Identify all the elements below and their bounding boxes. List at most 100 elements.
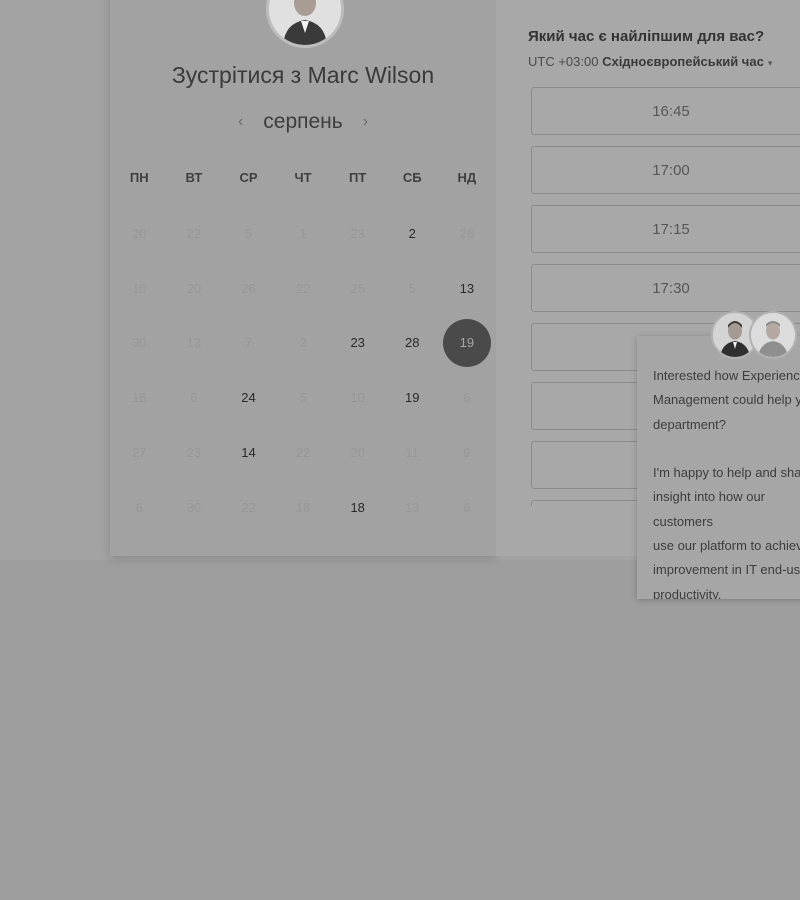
calendar-day-label: 6 xyxy=(463,499,471,515)
chat-message-card[interactable]: Interested how Experience Management cou… xyxy=(637,336,800,599)
calendar-day: 6 xyxy=(112,480,167,535)
calendar-day: 11 xyxy=(385,425,440,480)
calendar-day-label: 18 xyxy=(295,499,311,515)
calendar-day[interactable]: 28 xyxy=(385,316,440,371)
calendar-day[interactable]: 14 xyxy=(221,425,276,480)
calendar-day-label: 10 xyxy=(350,390,365,406)
calendar-day: 16 xyxy=(112,370,167,425)
calendar-day-label: 6 xyxy=(463,390,471,406)
calendar-day-label: 22 xyxy=(241,499,256,515)
calendar-day[interactable]: 19 xyxy=(385,370,440,425)
calendar-day-selected[interactable]: 19 xyxy=(440,316,495,371)
calendar-day: 18 xyxy=(276,480,331,535)
calendar-day-label: 5 xyxy=(244,225,253,241)
calendar-day-label: 14 xyxy=(241,445,256,461)
calendar-day: 22 xyxy=(276,425,331,480)
calendar-day-label: 20 xyxy=(186,280,202,296)
timezone-offset: UTC +03:00 xyxy=(528,54,599,69)
chat-message: Interested how Experience Management cou… xyxy=(653,368,800,599)
chevron-right-icon[interactable]: › xyxy=(359,113,372,131)
calendar-day-label: 13 xyxy=(459,280,475,296)
calendar-day: 27 xyxy=(112,425,167,480)
calendar-day-label: 24 xyxy=(241,390,256,406)
calendar-day: 5 xyxy=(385,261,440,316)
calendar-day: 20 xyxy=(112,206,167,261)
calendar-day: 20 xyxy=(330,425,385,480)
calendar-day-label: 26 xyxy=(241,280,256,296)
calendar-day-label: 2 xyxy=(408,225,416,241)
calendar-day-label: 20 xyxy=(132,225,147,241)
calendar-day: 2 xyxy=(276,316,331,371)
calendar-day: 20 xyxy=(167,261,222,316)
calendar-day: 22 xyxy=(221,480,276,535)
time-slot-button[interactable]: 17:15 xyxy=(531,205,800,253)
calendar-day-label: 30 xyxy=(132,335,147,351)
weekday-header: ПН ВТ СР ЧТ ПТ СБ НД xyxy=(112,170,496,185)
calendar-day: 23 xyxy=(330,206,385,261)
calendar-day-label: 23 xyxy=(186,445,202,461)
calendar-day: 10 xyxy=(330,370,385,425)
timezone-name: Східноєвропейський час xyxy=(602,54,764,69)
calendar-day-label: 19 xyxy=(442,318,491,367)
time-question: Який час є найліпшим для вас? xyxy=(528,28,765,45)
calendar-day-label: 13 xyxy=(405,499,420,515)
person-icon xyxy=(269,0,341,45)
weekday-label: ПН xyxy=(129,170,149,185)
calendar-day: 13 xyxy=(385,480,440,535)
calendar-day-label: 27 xyxy=(132,445,147,461)
calendar-day-grid: 20 22 5 1 23 2 26 10 20 26 22 25 5 13 30 13 7 2 23 28 19 16 6 2… xyxy=(112,206,496,535)
calendar-day-label: 28 xyxy=(405,335,420,351)
calendar-day-label: 5 xyxy=(408,280,416,296)
calendar-day: 7 xyxy=(221,316,276,371)
chevron-left-icon[interactable]: ‹ xyxy=(234,113,247,131)
calendar-day-label: 1 xyxy=(299,225,307,241)
calendar-day: 26 xyxy=(440,206,495,261)
calendar-day-label: 9 xyxy=(463,445,471,461)
calendar-day-label: 23 xyxy=(350,335,365,351)
calendar-day[interactable]: 24 xyxy=(221,370,276,425)
calendar-day: 10 xyxy=(112,261,167,316)
time-slot-button[interactable]: 16:45 xyxy=(531,87,800,135)
caret-down-icon: ▾ xyxy=(767,58,773,68)
calendar-day-label: 7 xyxy=(244,335,253,351)
person-icon xyxy=(751,313,795,357)
calendar-day-label: 22 xyxy=(186,225,202,241)
calendar-day-label: 23 xyxy=(350,225,365,241)
weekday-label: НД xyxy=(457,170,477,185)
time-slot-button[interactable]: 17:00 xyxy=(531,146,800,194)
calendar-day[interactable]: 23 xyxy=(330,316,385,371)
calendar-day: 9 xyxy=(440,425,495,480)
calendar-day-label: 18 xyxy=(350,499,365,515)
calendar-day-label: 20 xyxy=(350,445,365,461)
time-slot-button[interactable]: 17:30 xyxy=(531,264,800,312)
calendar-day-label: 22 xyxy=(295,445,311,461)
calendar-day[interactable]: 13 xyxy=(440,261,495,316)
calendar-day: 22 xyxy=(276,261,331,316)
calendar-day-label: 11 xyxy=(405,445,420,461)
calendar-day: 5 xyxy=(276,370,331,425)
calendar-day-label: 5 xyxy=(299,390,307,406)
calendar-day: 30 xyxy=(112,316,167,371)
calendar-day-label: 6 xyxy=(190,390,198,406)
calendar-day: 26 xyxy=(221,261,276,316)
timezone-selector[interactable]: UTC +03:00 Східноєвропейський час ▾ xyxy=(528,54,772,69)
calendar-day: 6 xyxy=(440,370,495,425)
calendar-day-label: 10 xyxy=(132,280,147,296)
weekday-label: ВТ xyxy=(185,170,203,185)
calendar-day[interactable]: 18 xyxy=(330,480,385,535)
weekday-label: ПТ xyxy=(349,170,367,185)
weekday-label: ЧТ xyxy=(294,170,312,185)
month-navigator: ‹ серпень › xyxy=(110,110,496,134)
calendar-day: 13 xyxy=(167,316,222,371)
calendar-day-label: 6 xyxy=(135,499,143,515)
calendar-day-label: 30 xyxy=(186,499,202,515)
calendar-day-label: 19 xyxy=(405,390,420,406)
calendar-day: 22 xyxy=(167,206,222,261)
calendar-day: 6 xyxy=(167,370,222,425)
calendar-day-label: 16 xyxy=(132,390,147,406)
calendar-day: 1 xyxy=(276,206,331,261)
agent-avatar xyxy=(749,311,797,359)
calendar-day[interactable]: 2 xyxy=(385,206,440,261)
weekday-label: СР xyxy=(239,170,258,185)
weekday-label: СБ xyxy=(402,170,422,185)
